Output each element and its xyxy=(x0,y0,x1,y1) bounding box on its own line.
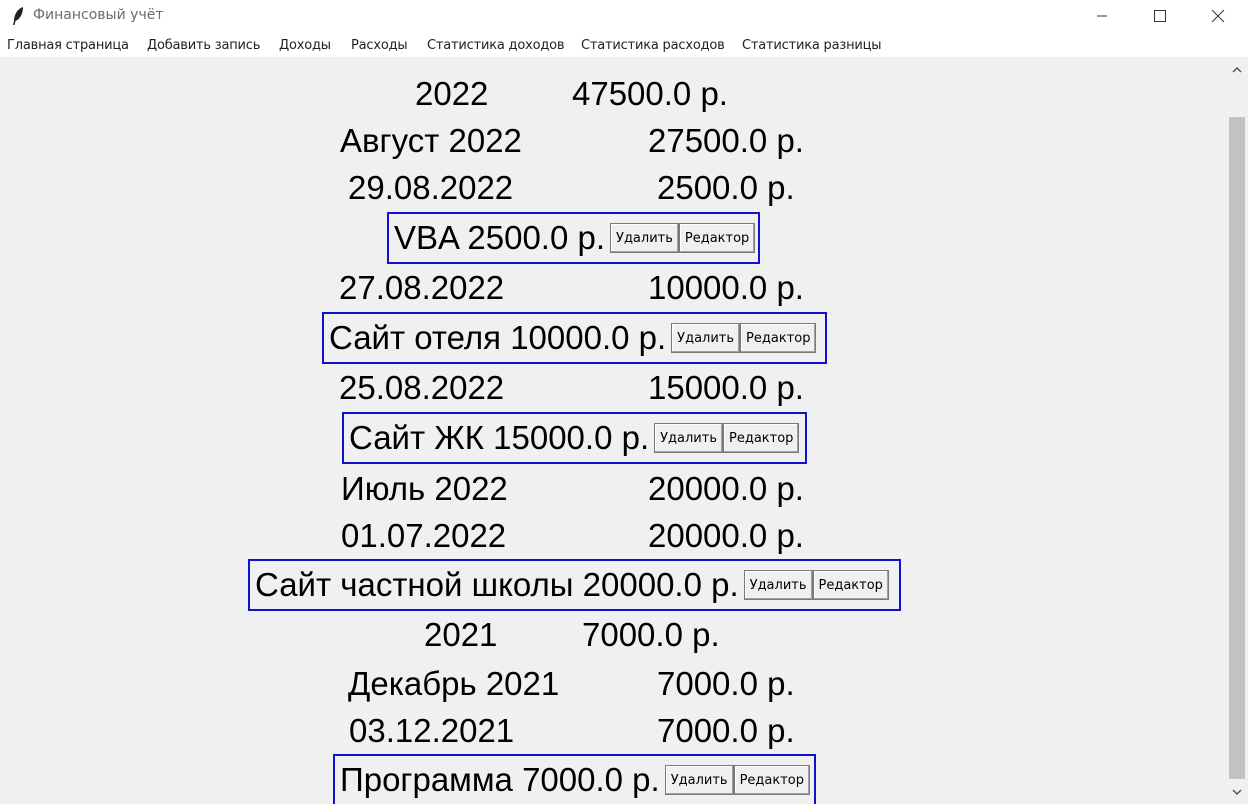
entry-hotel: Сайт отеля 10000.0 р. Удалить Редактор xyxy=(322,312,827,364)
minimize-button[interactable] xyxy=(1073,0,1131,32)
entry-text: VBA 2500.0 р. xyxy=(394,219,606,256)
entry-text: Сайт отеля 10000.0 р. xyxy=(329,319,667,356)
delete-button[interactable]: Удалить xyxy=(743,570,813,600)
date-amount: 20000.0 р. xyxy=(648,517,804,554)
entry-vba: VBA 2500.0 р. Удалить Редактор xyxy=(387,212,760,264)
feather-icon xyxy=(13,7,23,25)
year-amount: 7000.0 р. xyxy=(582,616,720,653)
menu-home[interactable]: Главная страница xyxy=(7,38,129,53)
menu-bar: Главная страница Добавить запись Доходы … xyxy=(0,32,1248,57)
entry-zhk: Сайт ЖК 15000.0 р. Удалить Редактор xyxy=(342,412,807,464)
month-amount: 27500.0 р. xyxy=(648,122,804,159)
menu-add-record[interactable]: Добавить запись xyxy=(147,38,260,53)
close-icon xyxy=(1211,9,1225,23)
edit-button[interactable]: Редактор xyxy=(723,423,800,453)
year-amount: 47500.0 р. xyxy=(572,75,728,112)
entry-program: Программа 7000.0 р. Удалить Редактор xyxy=(333,754,816,804)
content-area: 2022 47500.0 р. Август 2022 27500.0 р. 2… xyxy=(0,57,1226,804)
delete-button[interactable]: Удалить xyxy=(610,223,679,253)
scroll-thumb[interactable] xyxy=(1229,117,1245,779)
close-button[interactable] xyxy=(1189,0,1247,32)
edit-button[interactable]: Редактор xyxy=(733,765,810,795)
entry-text: Сайт ЖК 15000.0 р. xyxy=(349,419,650,456)
month-amount: 7000.0 р. xyxy=(657,665,795,702)
date-label: 25.08.2022 xyxy=(339,369,505,406)
month-amount: 20000.0 р. xyxy=(648,470,804,507)
maximize-button[interactable] xyxy=(1131,0,1189,32)
edit-button[interactable]: Редактор xyxy=(678,223,756,253)
date-label: 03.12.2021 xyxy=(349,712,515,749)
date-label: 27.08.2022 xyxy=(339,269,505,306)
maximize-icon xyxy=(1154,10,1166,22)
chevron-down-icon xyxy=(1232,789,1242,795)
delete-button[interactable]: Удалить xyxy=(664,765,734,795)
month-label: Декабрь 2021 xyxy=(348,665,560,702)
date-amount: 15000.0 р. xyxy=(648,369,804,406)
month-label: Август 2022 xyxy=(340,122,522,159)
date-label: 01.07.2022 xyxy=(341,517,507,554)
date-amount: 2500.0 р. xyxy=(657,169,795,206)
date-label: 29.08.2022 xyxy=(348,169,514,206)
edit-button[interactable]: Редактор xyxy=(812,570,889,600)
chevron-up-icon xyxy=(1232,67,1242,73)
scroll-up-button[interactable] xyxy=(1226,57,1248,83)
edit-button[interactable]: Редактор xyxy=(740,323,817,353)
delete-button[interactable]: Удалить xyxy=(671,323,741,353)
title-bar: Финансовый учёт xyxy=(0,0,1248,32)
menu-difference-stats[interactable]: Статистика разницы xyxy=(742,38,882,53)
scroll-down-button[interactable] xyxy=(1226,780,1248,804)
entry-school: Сайт частной школы 20000.0 р. Удалить Ре… xyxy=(248,559,901,611)
menu-expenses[interactable]: Расходы xyxy=(351,38,408,53)
year-label: 2022 xyxy=(415,75,489,112)
minimize-icon xyxy=(1097,15,1107,17)
menu-income[interactable]: Доходы xyxy=(279,38,331,53)
date-amount: 7000.0 р. xyxy=(657,712,795,749)
vertical-scrollbar[interactable] xyxy=(1226,57,1248,804)
window-title: Финансовый учёт xyxy=(33,7,164,23)
menu-income-stats[interactable]: Статистика доходов xyxy=(427,38,565,53)
entry-text: Сайт частной школы 20000.0 р. xyxy=(255,566,739,603)
date-amount: 10000.0 р. xyxy=(648,269,804,306)
year-label: 2021 xyxy=(424,616,498,653)
menu-expense-stats[interactable]: Статистика расходов xyxy=(581,38,725,53)
month-label: Июль 2022 xyxy=(341,470,508,507)
entry-text: Программа 7000.0 р. xyxy=(340,761,660,798)
delete-button[interactable]: Удалить xyxy=(654,423,723,453)
